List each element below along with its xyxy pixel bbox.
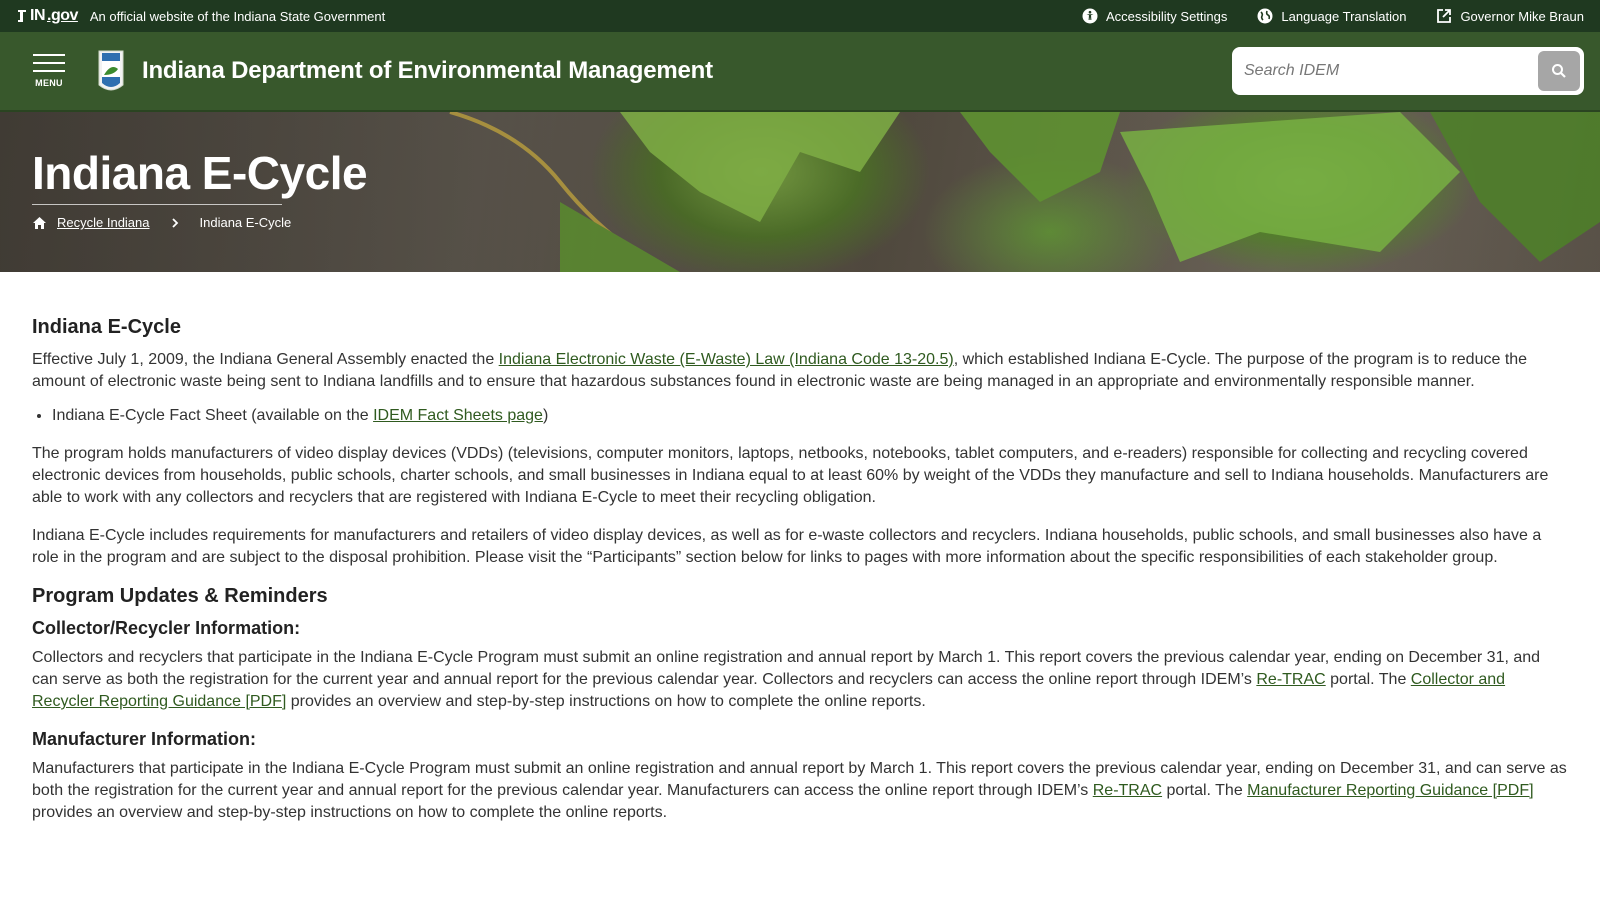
list-item: Indiana E-Cycle Fact Sheet (available on… <box>52 405 1568 427</box>
official-website-text: An official website of the Indiana State… <box>89 8 386 24</box>
page-title: Indiana E-Cycle <box>32 147 368 199</box>
search-input[interactable] <box>1244 62 1538 80</box>
menu-button[interactable]: MENU <box>32 54 66 88</box>
main-content: Indiana E-Cycle Effective July 1, 2009, … <box>0 272 1600 824</box>
manufacturer-paragraph: Manufacturers that participate in the In… <box>32 758 1568 824</box>
in-gov-mark-icon <box>18 10 26 22</box>
external-link-icon <box>1436 8 1452 24</box>
search-icon <box>1552 64 1566 78</box>
header-left: MENU Indiana Department of Environmental… <box>32 47 713 95</box>
collector-heading: Collector/Recycler Information: <box>32 618 301 638</box>
idem-logo[interactable] <box>96 47 126 95</box>
accessibility-icon <box>1082 8 1098 24</box>
main-header: MENU Indiana Department of Environmental… <box>0 32 1600 112</box>
manufacturer-text-middle: portal. The <box>1162 782 1248 799</box>
manufacturer-text-after: provides an overview and step-by-step in… <box>32 804 668 821</box>
intro-text-before: Effective July 1, 2009, the Indiana Gene… <box>32 351 499 368</box>
breadcrumb-recycle-indiana[interactable]: Recycle Indiana <box>57 215 150 230</box>
fact-sheets-link[interactable]: IDEM Fact Sheets page <box>373 407 543 424</box>
breadcrumb: Recycle Indiana Indiana E-Cycle <box>32 215 367 230</box>
collector-text-after: provides an overview and step-by-step in… <box>286 693 926 710</box>
retrac-link-manufacturer[interactable]: Re-TRAC <box>1093 782 1162 799</box>
manufacturer-guidance-link[interactable]: Manufacturer Reporting Guidance [PDF] <box>1247 782 1533 799</box>
content-heading: Indiana E-Cycle <box>32 316 181 338</box>
home-icon[interactable] <box>32 216 47 230</box>
updates-heading: Program Updates & Reminders <box>32 585 328 607</box>
menu-label: MENU <box>35 78 63 88</box>
intro-paragraph: Effective July 1, 2009, the Indiana Gene… <box>32 349 1568 393</box>
search-button[interactable] <box>1538 51 1580 91</box>
search-box <box>1232 47 1584 95</box>
in-gov-logo-gov: .gov <box>47 7 78 24</box>
fact-sheet-list: Indiana E-Cycle Fact Sheet (available on… <box>52 405 1568 427</box>
breadcrumb-current: Indiana E-Cycle <box>199 215 292 230</box>
hamburger-icon <box>33 54 65 72</box>
in-gov-logo[interactable]: IN .gov <box>16 7 78 25</box>
collector-text-middle: portal. The <box>1325 671 1411 688</box>
chevron-right-icon <box>171 217 178 228</box>
program-paragraph: The program holds manufacturers of video… <box>32 445 1549 506</box>
in-gov-logo-in: IN <box>30 7 46 24</box>
utility-bar: IN .gov An official website of the Indian… <box>0 0 1600 32</box>
globe-icon <box>1257 8 1273 24</box>
accessibility-settings-link[interactable]: Accessibility Settings <box>1082 8 1227 24</box>
utility-left: IN .gov An official website of the Indian… <box>16 7 385 25</box>
hero-banner: Indiana E-Cycle Recycle Indiana Indiana … <box>0 112 1600 272</box>
requirements-paragraph: Indiana E-Cycle includes requirements fo… <box>32 527 1542 566</box>
accessibility-settings-label: Accessibility Settings <box>1106 8 1228 24</box>
governor-label: Governor Mike Braun <box>1460 8 1584 24</box>
agency-title[interactable]: Indiana Department of Environmental Mana… <box>142 57 713 85</box>
ewaste-law-link[interactable]: Indiana Electronic Waste (E-Waste) Law (… <box>499 351 954 368</box>
hero-content: Indiana E-Cycle Recycle Indiana Indiana … <box>32 146 368 230</box>
utility-links: Accessibility Settings Language Translat… <box>1082 8 1584 24</box>
fact-sheet-text-after: ) <box>542 407 549 424</box>
retrac-link[interactable]: Re-TRAC <box>1256 671 1325 688</box>
title-divider <box>32 204 282 205</box>
language-translation-link[interactable]: Language Translation <box>1257 8 1406 24</box>
language-translation-label: Language Translation <box>1281 8 1407 24</box>
fact-sheet-text: Indiana E-Cycle Fact Sheet (available on… <box>52 407 374 424</box>
governor-link[interactable]: Governor Mike Braun <box>1436 8 1584 24</box>
collector-paragraph: Collectors and recyclers that participat… <box>32 647 1568 713</box>
manufacturer-heading: Manufacturer Information: <box>32 729 257 749</box>
